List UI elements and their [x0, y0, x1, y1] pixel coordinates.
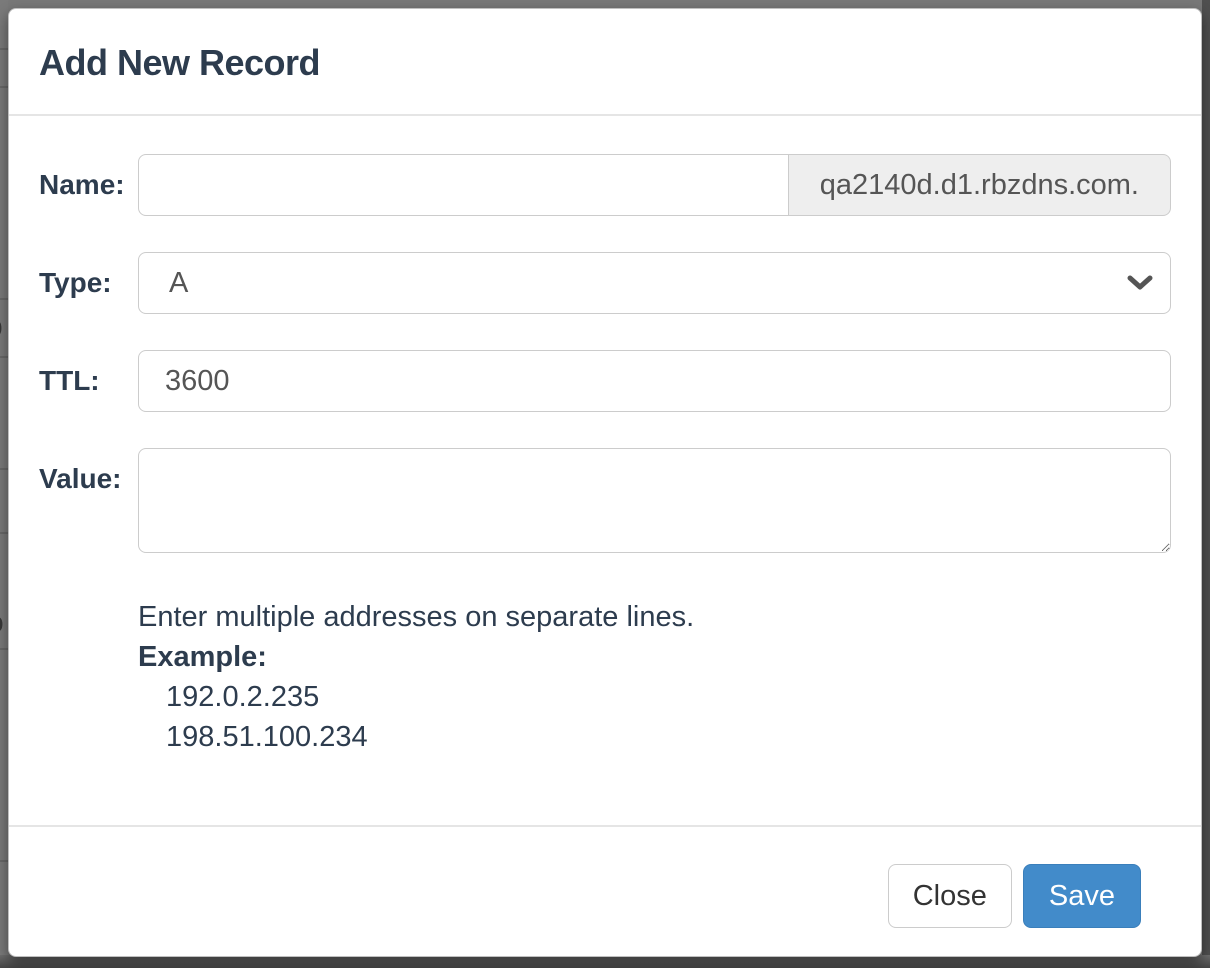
name-input-group: qa2140d.d1.rbzdns.com. [138, 154, 1171, 216]
value-field-row: Value: [39, 448, 1171, 553]
ttl-input[interactable] [138, 350, 1171, 412]
type-control: A [138, 252, 1171, 314]
save-button[interactable]: Save [1023, 864, 1141, 928]
close-button[interactable]: Close [888, 864, 1012, 928]
background-row-divider [0, 48, 8, 50]
background-row-divider [0, 860, 8, 862]
help-example-ip: 198.51.100.234 [138, 717, 1171, 757]
ttl-label: TTL: [39, 350, 138, 412]
type-label: Type: [39, 252, 138, 314]
background-row-divider [0, 468, 8, 470]
name-control: qa2140d.d1.rbzdns.com. [138, 154, 1171, 216]
backdrop-left-strip: b z zo [0, 0, 8, 955]
name-input[interactable] [138, 154, 789, 216]
value-label: Value: [39, 448, 138, 553]
modal-header: Add New Record [9, 9, 1201, 116]
background-text-fragment: z [0, 412, 8, 442]
value-textarea[interactable] [138, 448, 1171, 553]
name-label: Name: [39, 154, 138, 216]
value-control [138, 448, 1171, 553]
name-domain-suffix: qa2140d.d1.rbzdns.com. [789, 154, 1171, 216]
help-example-label: Example: [138, 637, 1171, 677]
help-example-ip: 192.0.2.235 [138, 677, 1171, 717]
ttl-control [138, 350, 1171, 412]
background-text-fragment: zo [0, 608, 8, 638]
background-row-divider [0, 648, 8, 650]
background-text-fragment: b [0, 312, 8, 342]
background-row-divider [0, 532, 8, 534]
help-intro: Enter multiple addresses on separate lin… [138, 597, 1171, 637]
add-new-record-modal: Add New Record Name: qa2140d.d1.rbzdns.c… [8, 8, 1202, 957]
type-field-row: Type: A [39, 252, 1171, 314]
type-select[interactable]: A [138, 252, 1171, 314]
background-row-divider [0, 86, 8, 88]
background-row-divider [0, 356, 8, 358]
help-block: Enter multiple addresses on separate lin… [138, 597, 1171, 757]
modal-footer: Close Save [9, 825, 1201, 956]
modal-title: Add New Record [39, 39, 1171, 86]
background-row-divider [0, 298, 8, 300]
backdrop-right-strip [1202, 0, 1210, 968]
ttl-field-row: TTL: [39, 350, 1171, 412]
modal-body: Name: qa2140d.d1.rbzdns.com. Type: A [9, 116, 1201, 825]
name-field-row: Name: qa2140d.d1.rbzdns.com. [39, 154, 1171, 216]
